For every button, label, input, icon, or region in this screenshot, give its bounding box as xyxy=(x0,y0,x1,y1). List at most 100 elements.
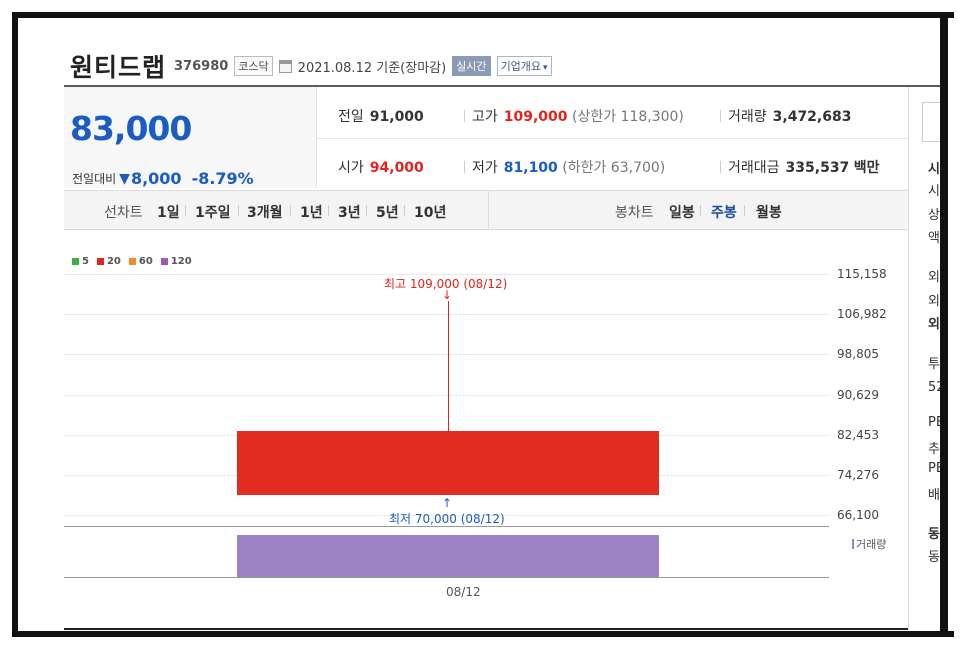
legend-swatch xyxy=(128,258,136,265)
tab-1d[interactable]: 1일 xyxy=(157,202,180,222)
stock-page: 원티드랩 376980 코스닥 2021.08.12 기준(장마감) 실시간 기… xyxy=(18,18,940,631)
y-tick-label: 115,158 xyxy=(837,267,887,281)
tab-divider xyxy=(290,205,291,216)
legend-label: 60 xyxy=(138,256,153,267)
stat-value: 109,000 xyxy=(503,109,568,125)
tab-divider xyxy=(238,205,239,216)
current-price: 83,000 xyxy=(70,109,192,148)
sidebar-line: 상정 xyxy=(928,208,940,223)
sidebar-line: PBR xyxy=(928,461,940,476)
tab-3y[interactable]: 3년 xyxy=(338,202,361,222)
legend-label: 20 xyxy=(106,256,121,267)
candlestick-bar xyxy=(237,431,659,495)
stat-value: 91,000 xyxy=(369,109,424,125)
sidebar-line: 외국 xyxy=(928,317,940,332)
company-info-dropdown[interactable]: 기업개요 ▾ xyxy=(496,56,552,76)
tab-10y[interactable]: 10년 xyxy=(414,202,446,222)
legend-label: 120 xyxy=(170,256,192,267)
tab-daily[interactable]: 일봉 xyxy=(669,202,695,222)
volume-baseline xyxy=(64,577,829,578)
stat-label: 시가 xyxy=(338,160,364,176)
tab-weekly[interactable]: 주봉 xyxy=(711,202,737,222)
candle-wick xyxy=(448,301,449,431)
volume-bar xyxy=(237,535,659,577)
stat-separator xyxy=(720,161,721,173)
tab-1w[interactable]: 1주일 xyxy=(195,202,231,222)
price-box: 83,000 전일대비 ▼ 8,000 -8.79% xyxy=(64,87,317,188)
y-tick-label: 82,453 xyxy=(837,428,879,442)
company-info-label: 기업개요 xyxy=(500,60,542,73)
stat-low: 저가 81,100 (하한가 63,700) xyxy=(472,157,665,177)
realtime-button[interactable]: 실시간 xyxy=(452,56,491,76)
stat-label: 전일 xyxy=(338,109,364,125)
stat-high: 고가 109,000 (상한가 118,300) xyxy=(472,106,684,126)
stock-name: 원티드랩 xyxy=(70,53,167,82)
tab-3m[interactable]: 3개월 xyxy=(247,202,283,222)
sidebar-line: 동일 xyxy=(928,550,940,565)
tab-group-divider xyxy=(488,191,489,229)
tab-1y[interactable]: 1년 xyxy=(300,202,323,222)
legend-item: 60 xyxy=(128,256,153,267)
legend-label: 5 xyxy=(82,256,89,267)
base-date: 2021.08.12 기준(장마감) xyxy=(297,60,447,76)
legend-swatch xyxy=(160,258,168,265)
y-tick-label: 106,982 xyxy=(837,307,887,321)
sidebar-line: 추정 xyxy=(928,442,940,457)
chart-bottom-border xyxy=(64,628,909,630)
candle-chart-label: 봉차트 xyxy=(615,205,654,221)
volume-legend-label: 거래량 xyxy=(856,538,887,551)
tab-divider xyxy=(404,205,405,216)
volume-legend: 거래량 xyxy=(852,536,886,552)
tab-divider xyxy=(328,205,329,216)
sidebar-line: 외국 xyxy=(928,270,940,285)
gridline xyxy=(64,354,829,355)
stat-label: 고가 xyxy=(472,109,498,125)
down-arrow-icon: ↓ xyxy=(442,288,453,302)
tab-5y[interactable]: 5년 xyxy=(376,202,399,222)
stat-amount: 거래대금 335,537 백만 xyxy=(728,157,880,177)
legend-item: 20 xyxy=(96,256,121,267)
chevron-down-icon: ▾ xyxy=(543,63,548,73)
stock-header: 원티드랩 376980 코스닥 2021.08.12 기준(장마감) 실시간 기… xyxy=(70,48,552,84)
gridline xyxy=(64,314,829,315)
sidebar-line: 시기 xyxy=(928,184,940,199)
x-tick-label: 08/12 xyxy=(446,585,481,599)
sidebar-search-input[interactable] xyxy=(922,102,940,142)
y-tick-label: 66,100 xyxy=(837,508,879,522)
sidebar-line: 52주 xyxy=(928,380,940,395)
volume-divider xyxy=(64,526,829,527)
gridline xyxy=(64,395,829,396)
moving-average-legend: 5 20 60 120 xyxy=(72,256,192,267)
frame-right-edge xyxy=(940,12,948,637)
stat-separator xyxy=(720,110,721,122)
stat-unit: 백만 xyxy=(853,160,880,176)
stat-open: 시가 94,000 xyxy=(338,157,424,177)
legend-item: 5 xyxy=(72,256,89,267)
stat-value: 81,100 xyxy=(503,160,558,176)
tab-divider xyxy=(185,205,186,216)
sidebar-line: 외국 xyxy=(928,294,940,309)
change-label: 전일대비 xyxy=(72,172,117,186)
price-stats: 전일 91,000 고가 109,000 (상한가 118,300) 거래량 3,47… xyxy=(316,87,908,188)
tab-divider xyxy=(744,205,745,216)
change-percent: -8.79% xyxy=(191,169,254,188)
stat-prev-close: 전일 91,000 xyxy=(338,106,424,126)
stat-volume: 거래량 3,472,683 xyxy=(728,106,851,126)
stat-separator xyxy=(464,161,465,173)
chart-tabs: 선차트 1일 1주일 3개월 1년 3년 5년 10년 봉차트 일봉 주봉 월봉 xyxy=(64,190,909,230)
change-value: 8,000 xyxy=(130,169,182,188)
sidebar-line: 시기 xyxy=(928,162,940,177)
y-tick-label: 98,805 xyxy=(837,347,879,361)
stat-label: 거래대금 xyxy=(728,160,780,176)
price-change: 전일대비 ▼ 8,000 -8.79% xyxy=(72,169,254,188)
tab-monthly[interactable]: 월봉 xyxy=(756,202,782,222)
sidebar-line: 액면 xyxy=(928,231,940,246)
stock-code: 376980 xyxy=(174,58,229,74)
lower-limit: (하한가 63,700) xyxy=(562,160,666,176)
sidebar-line: PER xyxy=(928,415,940,430)
y-tick-label: 90,629 xyxy=(837,388,879,402)
low-annotation: 최저 70,000 (08/12) xyxy=(389,512,505,526)
y-tick-label: 74,276 xyxy=(837,468,879,482)
sidebar-line: 투기 xyxy=(928,357,940,372)
legend-swatch xyxy=(96,258,104,265)
